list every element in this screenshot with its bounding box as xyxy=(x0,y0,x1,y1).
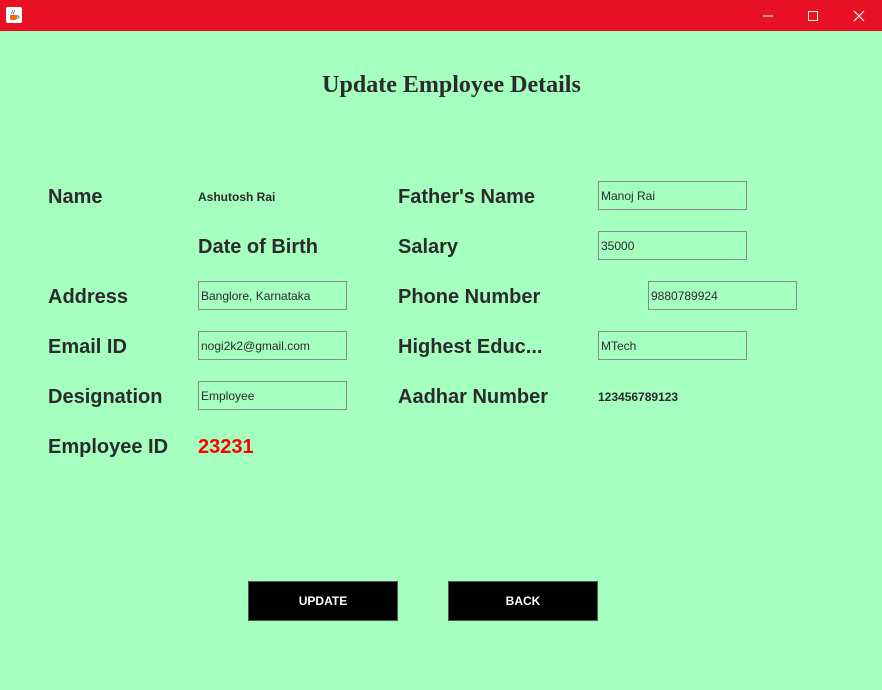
title-bar xyxy=(0,0,882,31)
minimize-icon[interactable] xyxy=(745,0,791,31)
maximize-icon[interactable] xyxy=(790,0,836,31)
name-value: Ashutosh Rai xyxy=(198,190,276,204)
email-label: Email ID xyxy=(48,336,127,358)
java-cup-icon xyxy=(6,7,22,23)
aadhar-label: Aadhar Number xyxy=(398,386,549,408)
salary-field[interactable] xyxy=(598,231,747,260)
education-field[interactable] xyxy=(598,331,747,360)
update-button[interactable]: UPDATE xyxy=(248,581,398,621)
employee-id-label: Employee ID xyxy=(48,436,169,458)
fathers-name-field[interactable] xyxy=(598,181,747,210)
phone-field[interactable] xyxy=(648,281,797,310)
education-label: Highest Educ... xyxy=(398,336,543,358)
aadhar-value: 123456789123 xyxy=(598,390,679,404)
page-title: Update Employee Details xyxy=(322,72,581,98)
employee-id-value: 23231 xyxy=(198,436,254,458)
designation-label: Designation xyxy=(48,386,163,408)
dob-label: Date of Birth xyxy=(198,236,318,258)
back-button[interactable]: BACK xyxy=(448,581,598,621)
address-field[interactable] xyxy=(198,281,347,310)
phone-label: Phone Number xyxy=(398,286,541,308)
designation-field[interactable] xyxy=(198,381,347,410)
close-icon[interactable] xyxy=(836,0,882,31)
name-label: Name xyxy=(48,186,103,208)
email-field[interactable] xyxy=(198,331,347,360)
salary-label: Salary xyxy=(398,236,459,258)
fathers-name-label: Father's Name xyxy=(398,186,536,208)
address-label: Address xyxy=(48,286,129,308)
